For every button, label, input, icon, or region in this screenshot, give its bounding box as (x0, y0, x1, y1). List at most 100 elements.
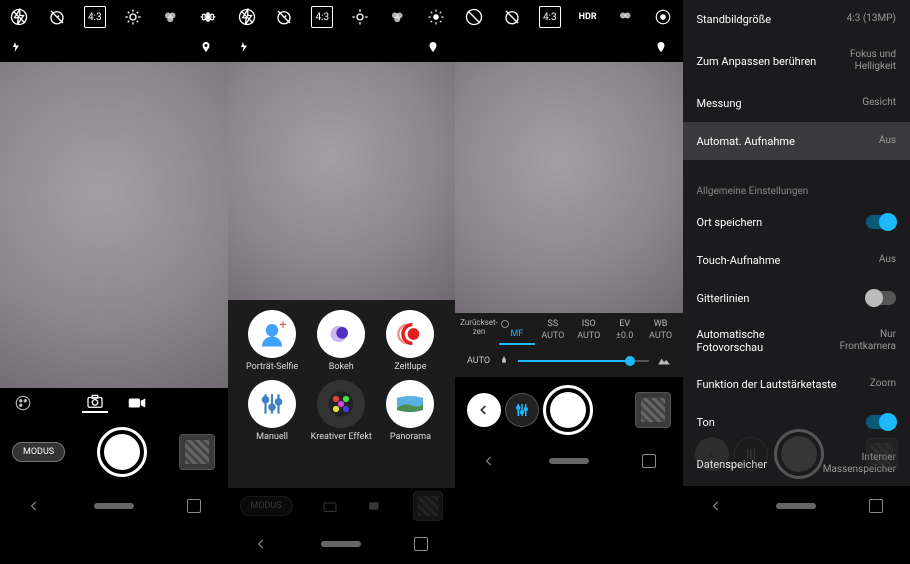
location-icon[interactable] (200, 39, 218, 57)
setting-label: Funktion der Lautstärketaste (697, 378, 837, 391)
param-ev[interactable]: EV±0.0 (607, 319, 643, 345)
hdr-icon[interactable]: HDR (577, 6, 599, 28)
color-fx-icon[interactable] (387, 6, 409, 28)
gallery-thumbnail[interactable] (635, 392, 671, 428)
landscape-icon (657, 356, 671, 366)
nav-home-icon[interactable] (321, 541, 361, 547)
gallery-thumbnail[interactable] (179, 434, 215, 470)
viewfinder[interactable] (455, 62, 683, 313)
aspect-ratio-icon[interactable]: 4:3 (311, 6, 333, 28)
back-ghost (695, 437, 729, 471)
dimmed-shutter-row: MODUS (228, 488, 456, 524)
mode-creative[interactable]: Kreativer Effekt (307, 380, 376, 442)
nav-back-icon[interactable] (254, 537, 268, 551)
second-toolbar (228, 34, 456, 62)
nav-home-icon[interactable] (776, 503, 816, 509)
nav-back-icon[interactable] (27, 499, 41, 513)
mode-label: Kreativer Effekt (311, 432, 372, 442)
brightness-icon[interactable] (349, 6, 371, 28)
param-wb[interactable]: WBAUTO (643, 319, 679, 345)
mode-tabs (0, 388, 228, 418)
mode-label: Panorama (390, 432, 431, 442)
setting-label: Automat. Aufnahme (697, 135, 795, 148)
photo-tab[interactable] (82, 394, 108, 413)
param-mf[interactable]: MF (499, 319, 535, 345)
shutter-ghost (774, 429, 824, 479)
setting-label: Gitterlinien (697, 292, 750, 305)
reset-button[interactable]: Zurückset-zen (459, 319, 499, 345)
settings-icon[interactable] (652, 6, 674, 28)
focus-slider[interactable] (518, 360, 648, 362)
settings-list[interactable]: Standbildgröße4:3 (13MP) Zum Anpassen be… (683, 0, 910, 486)
setting-row[interactable]: Zum Anpassen berührenFokus und Helligkei… (683, 38, 910, 84)
brightness-icon[interactable] (122, 6, 144, 28)
setting-row[interactable]: Touch-AufnahmeAus (683, 241, 910, 279)
nav-recent-icon[interactable] (642, 454, 656, 468)
gallery-thumb-dim (413, 491, 443, 521)
location-icon[interactable] (655, 39, 673, 57)
filter-ghost (734, 437, 768, 471)
video-tab-dim (368, 501, 384, 511)
settings-icon[interactable] (425, 6, 447, 28)
mode-label: Zeitlupe (394, 362, 426, 372)
top-toolbar: 4:3 HDR (455, 0, 683, 34)
flash-icon[interactable] (10, 39, 28, 57)
aspect-ratio-icon[interactable]: 4:3 (84, 6, 106, 28)
nav-back-icon[interactable] (482, 454, 496, 468)
mode-bokeh[interactable]: Bokeh (307, 310, 376, 372)
setting-row[interactable]: MessungGesicht (683, 84, 910, 122)
toggle-switch[interactable] (866, 215, 896, 229)
nav-home-icon[interactable] (549, 458, 589, 464)
settings-icon[interactable] (197, 6, 219, 28)
nav-recent-icon[interactable] (187, 499, 201, 513)
flash-icon[interactable] (238, 39, 256, 57)
mode-panorama[interactable]: Panorama (376, 380, 445, 442)
color-fx-icon[interactable] (615, 6, 637, 28)
nav-back-icon[interactable] (709, 499, 723, 513)
setting-row-highlighted[interactable]: Automat. AufnahmeAus (683, 122, 910, 160)
camera-default-screen: 4:3 MODUS (0, 0, 228, 526)
manual-controls: Zurückset-zen MF SSAUTO ISOAUTO EV±0.0 W… (455, 313, 683, 377)
location-icon[interactable] (427, 39, 445, 57)
setting-row[interactable]: Automatische FotovorschauNur Frontkamera (683, 317, 910, 365)
back-circle-button[interactable] (467, 393, 501, 427)
shutter-button[interactable] (543, 385, 593, 435)
macro-icon (498, 355, 510, 367)
param-ss[interactable]: SSAUTO (535, 319, 571, 345)
android-navbar (228, 524, 456, 564)
setting-value: Zoom (870, 378, 896, 390)
param-iso[interactable]: ISOAUTO (571, 319, 607, 345)
shutter-row: MODUS (0, 418, 228, 486)
setting-row[interactable]: Standbildgröße4:3 (13MP) (683, 0, 910, 38)
setting-row[interactable]: Gitterlinien (683, 279, 910, 317)
video-tab[interactable] (128, 397, 146, 409)
viewfinder[interactable] (228, 62, 456, 300)
shutter-button[interactable] (97, 427, 147, 477)
slider-auto-label[interactable]: AUTO (467, 356, 490, 366)
flash-off-icon[interactable] (236, 6, 258, 28)
setting-value: 4:3 (13MP) (847, 13, 896, 25)
nav-recent-icon[interactable] (414, 537, 428, 551)
flash-off-icon[interactable] (8, 6, 30, 28)
setting-row[interactable]: Ort speichern (683, 203, 910, 241)
setting-value: Nur Frontkamera (826, 329, 896, 353)
svg-text:+: + (280, 319, 287, 333)
mode-portrait-selfie[interactable]: +Porträt-Selfie (238, 310, 307, 372)
viewfinder[interactable] (0, 62, 228, 388)
mode-manual[interactable]: Manuell (238, 380, 307, 442)
timer-off-icon[interactable] (501, 6, 523, 28)
modus-button[interactable]: MODUS (12, 442, 65, 462)
nav-recent-icon[interactable] (869, 499, 883, 513)
palette-icon[interactable] (14, 394, 32, 412)
timer-off-icon[interactable] (46, 6, 68, 28)
nav-home-icon[interactable] (94, 503, 134, 509)
flash-off-icon[interactable] (463, 6, 485, 28)
mode-slowmo[interactable]: Zeitlupe (376, 310, 445, 372)
timer-off-icon[interactable] (273, 6, 295, 28)
setting-row[interactable]: Funktion der Lautstärketaste Zoom (683, 365, 910, 403)
color-fx-icon[interactable] (160, 6, 182, 28)
second-toolbar (0, 34, 228, 62)
filter-circle-button[interactable] (505, 393, 539, 427)
aspect-ratio-icon[interactable]: 4:3 (539, 6, 561, 28)
toggle-switch[interactable] (866, 291, 896, 305)
